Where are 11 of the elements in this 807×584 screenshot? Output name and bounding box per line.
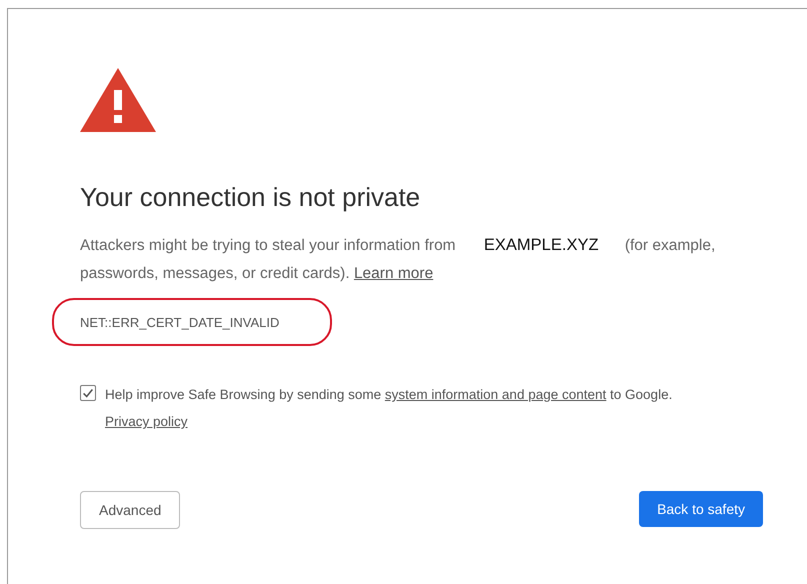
warning-icon (80, 68, 156, 132)
warning-message: Attackers might be trying to steal your information from EXAMPLE.XYZ (for example, passwords, messages, or credit cards). Learn more (80, 235, 716, 284)
privacy-policy-link[interactable]: Privacy policy (105, 414, 188, 429)
advanced-button[interactable]: Advanced (80, 491, 180, 529)
error-code: NET::ERR_CERT_DATE_INVALID (80, 314, 280, 330)
page-heading: Your connection is not private (80, 182, 422, 213)
back-to-safety-button[interactable]: Back to safety (639, 491, 763, 527)
learn-more-link[interactable]: Learn more (354, 265, 434, 282)
safe-browsing-text: Help improve Safe Browsing by sending some system information and page content to Google. Privacy policy (105, 386, 672, 431)
system-info-link[interactable]: system information and page content (384, 387, 606, 402)
checkbox[interactable] (80, 385, 96, 401)
